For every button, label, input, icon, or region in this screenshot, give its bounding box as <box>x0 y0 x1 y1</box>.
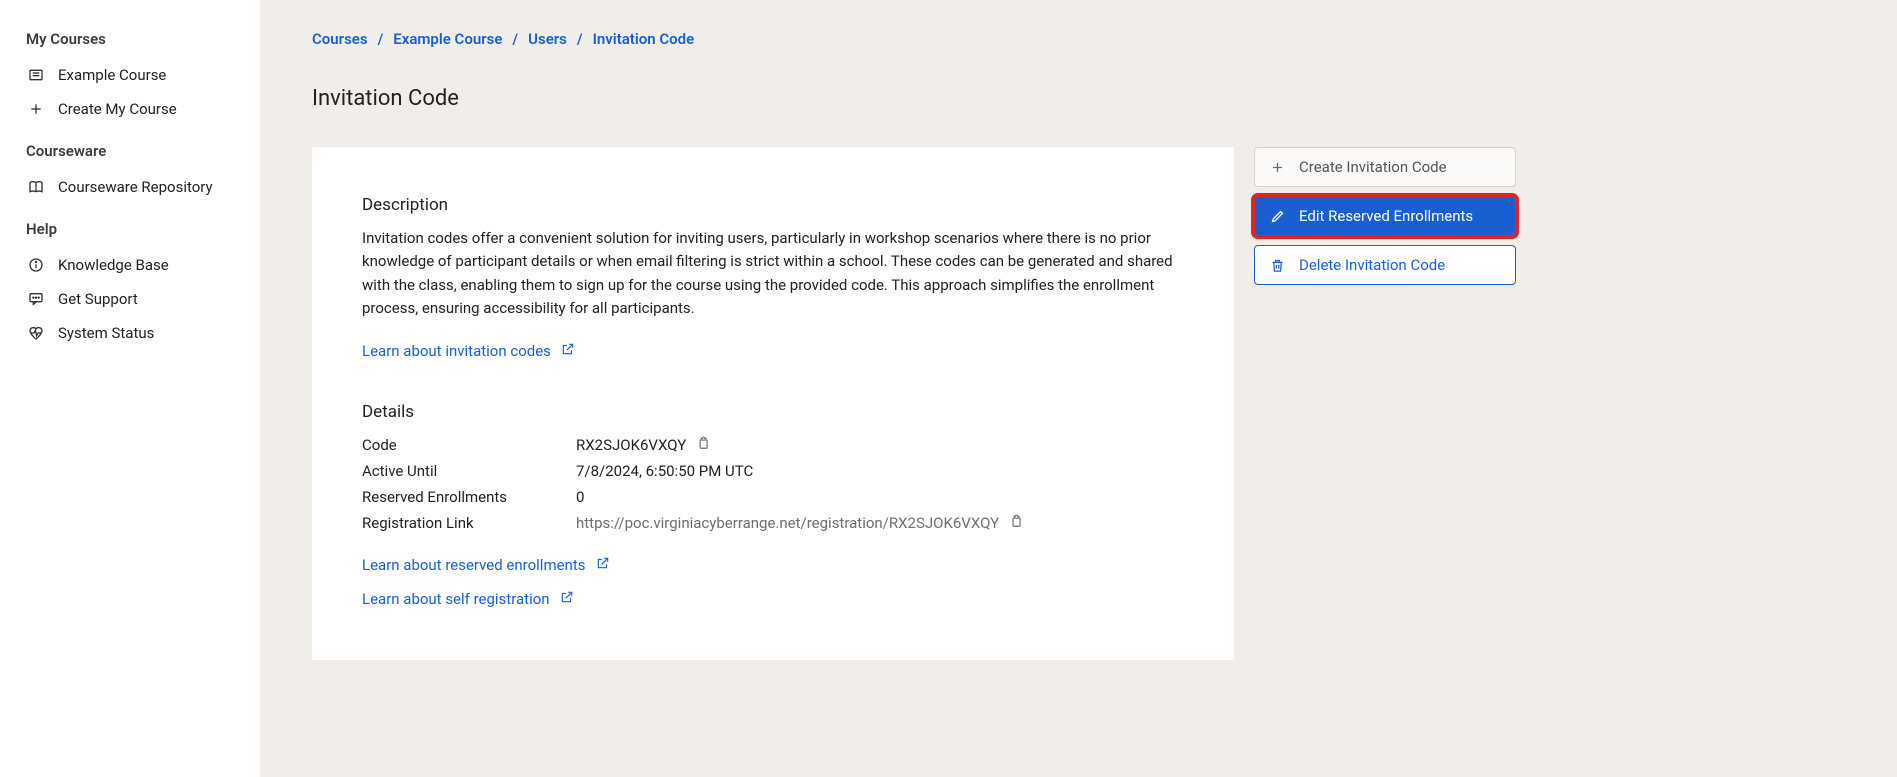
breadcrumb-courses[interactable]: Courses <box>312 30 368 48</box>
external-link-icon <box>561 342 575 360</box>
info-icon <box>28 257 44 273</box>
copy-code-icon[interactable] <box>696 436 710 454</box>
reserved-enrollments-label: Reserved Enrollments <box>362 488 576 506</box>
breadcrumb-invitation-code[interactable]: Invitation Code <box>593 30 695 48</box>
sidebar-item-courseware-repo[interactable]: Courseware Repository <box>26 172 240 202</box>
heartbeat-icon <box>28 325 44 341</box>
registration-link-value: https://poc.virginiacyberrange.net/regis… <box>576 514 999 532</box>
sidebar-section-help: Help <box>26 220 240 238</box>
link-label: Learn about reserved enrollments <box>362 556 586 574</box>
page-title: Invitation Code <box>312 86 1827 111</box>
chat-icon <box>28 291 44 307</box>
actions-panel: Create Invitation Code Edit Reserved Enr… <box>1254 147 1516 285</box>
breadcrumb: Courses / Example Course / Users / Invit… <box>312 30 1827 48</box>
external-link-icon <box>596 556 610 574</box>
sidebar-item-label: Courseware Repository <box>58 178 213 196</box>
learn-invitation-codes-link[interactable]: Learn about invitation codes <box>362 342 575 360</box>
code-value: RX2SJOK6VXQY <box>576 436 686 454</box>
button-label: Edit Reserved Enrollments <box>1299 207 1473 225</box>
sidebar-section-courseware: Courseware <box>26 142 240 160</box>
main-content: Courses / Example Course / Users / Invit… <box>260 0 1897 777</box>
link-label: Learn about invitation codes <box>362 342 551 360</box>
button-label: Delete Invitation Code <box>1299 256 1445 274</box>
plus-icon <box>1269 159 1285 175</box>
breadcrumb-users[interactable]: Users <box>528 30 567 48</box>
breadcrumb-sep: / <box>577 30 583 48</box>
sidebar-item-label: Get Support <box>58 290 138 308</box>
registration-link-label: Registration Link <box>362 514 576 532</box>
learn-reserved-enrollments-link[interactable]: Learn about reserved enrollments <box>362 556 1184 574</box>
sidebar-item-get-support[interactable]: Get Support <box>26 284 240 314</box>
active-until-value: 7/8/2024, 6:50:50 PM UTC <box>576 462 1184 480</box>
breadcrumb-example-course[interactable]: Example Course <box>393 30 502 48</box>
details-heading: Details <box>362 402 1184 422</box>
registration-link-row: https://poc.virginiacyberrange.net/regis… <box>576 514 1184 532</box>
plus-icon <box>28 101 44 117</box>
copy-link-icon[interactable] <box>1009 514 1023 532</box>
course-icon <box>28 67 44 83</box>
reserved-enrollments-value: 0 <box>576 488 1184 506</box>
breadcrumb-sep: / <box>378 30 384 48</box>
delete-invitation-code-button[interactable]: Delete Invitation Code <box>1254 245 1516 285</box>
code-value-row: RX2SJOK6VXQY <box>576 436 1184 454</box>
link-label: Learn about self registration <box>362 590 550 608</box>
breadcrumb-sep: / <box>512 30 518 48</box>
learn-self-registration-link[interactable]: Learn about self registration <box>362 590 1184 608</box>
sidebar-item-knowledge-base[interactable]: Knowledge Base <box>26 250 240 280</box>
details-grid: Code RX2SJOK6VXQY Active Until 7/8/2024,… <box>362 436 1184 532</box>
sidebar-item-label: Knowledge Base <box>58 256 169 274</box>
sidebar-item-label: Create My Course <box>58 100 177 118</box>
sidebar-item-label: Example Course <box>58 66 166 84</box>
external-link-icon <box>560 590 574 608</box>
active-until-label: Active Until <box>362 462 576 480</box>
sidebar-item-label: System Status <box>58 324 154 342</box>
edit-reserved-enrollments-button[interactable]: Edit Reserved Enrollments <box>1254 196 1516 236</box>
pencil-icon <box>1269 208 1285 224</box>
code-label: Code <box>362 436 576 454</box>
sidebar-section-my-courses: My Courses <box>26 30 240 48</box>
book-icon <box>28 179 44 195</box>
create-invitation-code-button[interactable]: Create Invitation Code <box>1254 147 1516 187</box>
sidebar-item-example-course[interactable]: Example Course <box>26 60 240 90</box>
invitation-card: Description Invitation codes offer a con… <box>312 147 1234 660</box>
description-text: Invitation codes offer a convenient solu… <box>362 227 1184 320</box>
sidebar-item-create-course[interactable]: Create My Course <box>26 94 240 124</box>
sidebar: My Courses Example Course Create My Cour… <box>0 0 260 777</box>
trash-icon <box>1269 257 1285 273</box>
sidebar-item-system-status[interactable]: System Status <box>26 318 240 348</box>
description-heading: Description <box>362 195 1184 215</box>
button-label: Create Invitation Code <box>1299 158 1447 176</box>
